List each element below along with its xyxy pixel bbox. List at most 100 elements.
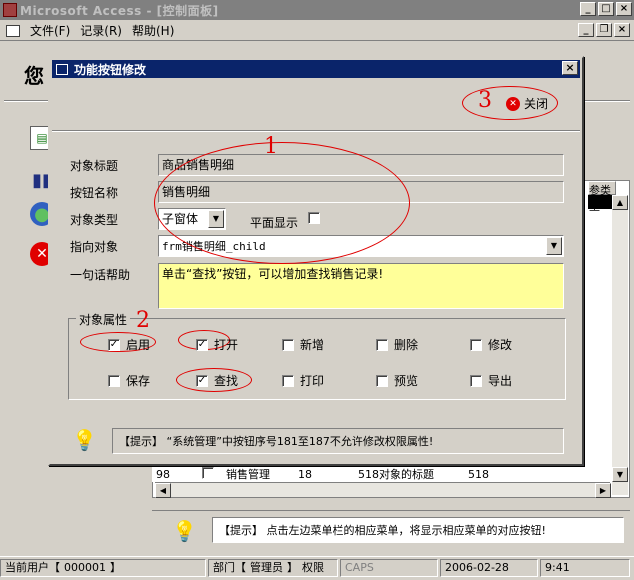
prop-save-label: 保存 [126, 374, 151, 388]
grid-col-header[interactable]: 参类型 [588, 181, 616, 213]
welcome-text: 您 [24, 64, 44, 88]
status-dept-end: 】 [287, 560, 298, 574]
prop-print[interactable]: 打印 [282, 372, 324, 389]
prop-delete[interactable]: 删除 [376, 336, 418, 353]
prop-enable-checkbox[interactable]: ✓ [108, 338, 120, 351]
prop-export-checkbox[interactable] [470, 374, 482, 387]
row-checkbox[interactable] [202, 466, 214, 479]
status-user: 当前用户【 000001 】 [0, 558, 206, 577]
prop-add-label: 新增 [300, 338, 325, 352]
function-button-dialog: 功能按钮修改 × 3 ✕ 关闭 对象标题 商品销售明细 按钮名称 销售明细 对象… [48, 56, 584, 466]
dialog-separator-top [52, 130, 580, 132]
status-user-end: 】 [110, 560, 121, 574]
status-time: 9:41 [540, 558, 630, 577]
form-icon [6, 24, 20, 37]
prop-open-checkbox[interactable]: ✓ [196, 338, 208, 351]
bottom-hint-text: 点击左边菜单栏的相应菜单，将显示相应菜单的对应按钮! [266, 524, 546, 537]
row-id: 518 [468, 467, 489, 481]
prop-modify-label: 修改 [488, 338, 513, 352]
obj-type-label: 对象类型 [70, 213, 119, 227]
annotation-1: 1 [264, 134, 278, 159]
scroll-left-button[interactable]: ◀ [155, 483, 171, 498]
row-n: 18 [298, 467, 312, 481]
annotation-3: 3 [478, 88, 492, 113]
dialog-lightbulb-icon: 💡 [72, 428, 97, 452]
close-button-label: 关闭 [524, 97, 549, 111]
prop-print-label: 打印 [300, 374, 325, 388]
close-x-icon: ✕ [506, 96, 520, 111]
prop-modify[interactable]: 修改 [470, 336, 512, 353]
access-key-icon [3, 3, 17, 17]
prop-preview[interactable]: 预览 [376, 372, 418, 389]
prop-preview-checkbox[interactable] [376, 374, 388, 387]
minimize-button[interactable]: _ [580, 2, 596, 16]
mdi-close-button[interactable]: × [614, 23, 630, 37]
prop-enable-label: 启用 [126, 338, 151, 352]
target-dropdown-button[interactable]: ▼ [546, 237, 562, 255]
prop-print-checkbox[interactable] [282, 374, 294, 387]
annotation-2: 2 [136, 308, 150, 333]
bottom-hint-label: 【提示】 [219, 524, 263, 537]
prop-save-checkbox[interactable] [108, 374, 120, 387]
prop-find[interactable]: ✓ 查找 [196, 372, 238, 389]
prop-save[interactable]: 保存 [108, 372, 150, 389]
status-dept-label: 部门【 [213, 560, 246, 574]
app-title: Microsoft Access - [控制面板] [20, 3, 219, 18]
prop-open-label: 打开 [214, 338, 239, 352]
prop-add-checkbox[interactable] [282, 338, 294, 351]
grid-vertical-scrollbar[interactable]: ▲ ▼ [612, 195, 628, 495]
status-user-label: 当前用户【 [5, 560, 60, 574]
status-perm: 权限 [302, 560, 324, 574]
dialog-hint-box: 【提示】 “系统管理”中按钮序号181至187不允许修改权限属性! [112, 428, 564, 454]
status-dept: 部门【 管理员 】 权限 [208, 558, 338, 577]
row-num: 98 [156, 467, 170, 481]
close-button[interactable]: ✕ 关闭 [506, 95, 548, 112]
table-row[interactable]: 98 销售管理 18 518对象的标题 518 [152, 466, 612, 482]
annotation-ellipse-1 [154, 142, 410, 264]
dialog-hint-text: “系统管理”中按钮序号181至187不允许修改权限属性! [166, 435, 434, 448]
status-date: 2006-02-28 [440, 558, 538, 577]
prop-delete-checkbox[interactable] [376, 338, 388, 351]
scroll-right-button[interactable]: ▶ [595, 483, 611, 498]
btn-name-label: 按钮名称 [70, 186, 119, 200]
status-bar: 当前用户【 000001 】 部门【 管理员 】 权限 CAPS 2006-02… [0, 556, 634, 578]
properties-group-label: 对象属性 [76, 311, 131, 328]
status-user-id: 000001 [64, 560, 106, 574]
prop-export-label: 导出 [488, 374, 513, 388]
help-label: 一句话帮助 [70, 268, 131, 282]
scroll-down-button[interactable]: ▼ [612, 467, 628, 482]
app-titlebar: Microsoft Access - [控制面板] _ □ × [0, 0, 634, 20]
prop-add[interactable]: 新增 [282, 336, 324, 353]
prop-enable[interactable]: ✓ 启用 [108, 336, 150, 353]
mdi-buttons: _ ❐ × [578, 23, 630, 37]
prop-delete-label: 删除 [394, 338, 419, 352]
dialog-close-x-button[interactable]: × [562, 61, 578, 75]
maximize-button[interactable]: □ [598, 2, 614, 16]
dialog-form-icon [56, 63, 68, 75]
status-caps: CAPS [340, 558, 438, 577]
menu-file[interactable]: 文件(F) [30, 22, 70, 39]
prop-modify-checkbox[interactable] [470, 338, 482, 351]
prop-export[interactable]: 导出 [470, 372, 512, 389]
menu-bar: 文件(F) 记录(R) 帮助(H) [0, 21, 634, 41]
bottom-hint-box: 【提示】 点击左边菜单栏的相应菜单，将显示相应菜单的对应按钮! [212, 517, 624, 543]
row-title: 518对象的标题 [358, 468, 434, 481]
close-window-button[interactable]: × [616, 2, 632, 16]
dialog-titlebar: 功能按钮修改 × [52, 60, 580, 78]
menu-help[interactable]: 帮助(H) [132, 22, 174, 39]
lightbulb-icon: 💡 [172, 519, 197, 543]
status-dept: 管理员 [250, 560, 283, 574]
row-name: 销售管理 [226, 468, 270, 481]
prop-preview-label: 预览 [394, 374, 419, 388]
dialog-title: 功能按钮修改 [74, 62, 147, 77]
prop-find-checkbox[interactable]: ✓ [196, 374, 208, 387]
mdi-restore-button[interactable]: ❐ [596, 23, 612, 37]
mdi-minimize-button[interactable]: _ [578, 23, 594, 37]
scroll-up-button[interactable]: ▲ [612, 195, 628, 210]
prop-open[interactable]: ✓ 打开 [196, 336, 238, 353]
menu-record[interactable]: 记录(R) [80, 22, 122, 39]
grid-horizontal-scrollbar[interactable]: ◀ ▶ [155, 482, 611, 498]
help-textarea[interactable]: 单击“查找”按钮，可以增加查找销售记录! [158, 263, 564, 309]
prop-find-label: 查找 [214, 374, 239, 388]
target-label: 指向对象 [70, 240, 119, 254]
